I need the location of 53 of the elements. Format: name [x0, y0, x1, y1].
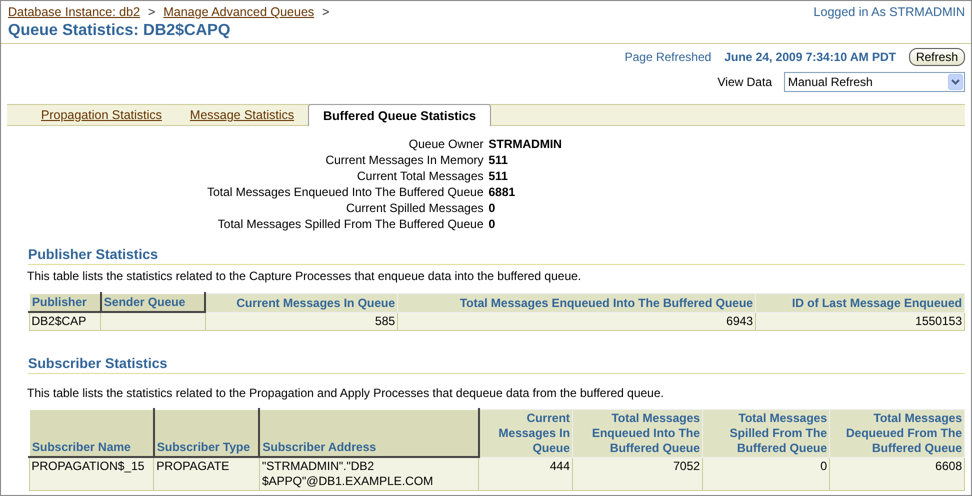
section-heading: Publisher Statistics	[28, 246, 965, 265]
info-value: 511	[488, 168, 509, 184]
column-header[interactable]: Subscriber Address	[259, 409, 479, 457]
page-title: Queue Statistics: DB2$CAPQ	[1, 22, 971, 44]
table-cell: 0	[702, 457, 830, 490]
breadcrumb-link[interactable]: Manage Advanced Queues	[163, 5, 314, 19]
column-header: Total Messages Dequeued From The Buffered Queue	[830, 409, 964, 457]
info-value: 0	[488, 200, 496, 216]
table-cell: 6943	[398, 312, 756, 330]
refresh-button[interactable]: Refresh	[908, 48, 965, 66]
info-label: Total Messages Spilled From The Buffered Queue	[216, 216, 484, 232]
info-label: Current Messages In Memory	[324, 152, 484, 168]
breadcrumb-separator: >	[148, 5, 156, 19]
tab[interactable]: Buffered Queue Statistics	[308, 104, 491, 126]
column-header[interactable]: Subscriber Type	[154, 409, 260, 457]
table-cell: 7052	[572, 457, 702, 490]
table-cell: 444	[478, 457, 572, 490]
table-cell: 6608	[830, 457, 964, 490]
column-header: ID of Last Message Enqueued	[755, 293, 964, 312]
refresh-time: June 24, 2009 7:34:10 AM PDT	[724, 50, 896, 64]
table-cell: "STRMADMIN"."DB2 $APPQ"@DB1.EXAMPLE.COM	[259, 457, 479, 490]
column-header: Total Messages Enqueued Into The Buffered Queue	[572, 409, 702, 457]
info-label: Current Spilled Messages	[345, 200, 484, 216]
section-description: This table lists the statistics related to the Propagation and Apply Processes that dequeue data from the buffered queue.	[27, 386, 665, 400]
column-header[interactable]: Sender Queue	[100, 293, 206, 312]
column-header[interactable]: Publisher	[29, 293, 101, 312]
breadcrumb-separator: >	[322, 5, 330, 19]
section-heading: Subscriber Statistics	[28, 355, 965, 374]
login-status: Logged in As STRMADMIN	[814, 5, 965, 19]
column-header: Current Messages In Queue	[478, 409, 572, 457]
column-header: Total Messages Spilled From The Buffered Queue	[702, 409, 830, 457]
info-label: Queue Owner	[408, 136, 484, 152]
info-label: Total Messages Enqueued Into The Buffered Queue	[206, 184, 484, 200]
breadcrumb-link[interactable]: Database Instance: db2	[8, 5, 140, 19]
column-header: Current Messages In Queue	[205, 293, 398, 312]
view-data-dropdown[interactable]: Manual Refresh	[784, 72, 965, 92]
info-label: Current Total Messages	[356, 168, 484, 184]
column-header[interactable]: Subscriber Name	[29, 409, 154, 457]
info-value: 511	[488, 152, 509, 168]
section-description: This table lists the statistics related to the Capture Processes that enqueue data into the buffered queue.	[27, 269, 582, 283]
column-header: Total Messages Enqueued Into The Buffered Queue	[398, 293, 756, 312]
table-cell: PROPAGATE	[154, 457, 260, 490]
view-data-label: View Data	[718, 75, 772, 89]
tab[interactable]: Propagation Statistics	[27, 105, 176, 125]
table-cell: 585	[205, 312, 398, 330]
table-cell: 1550153	[755, 312, 964, 330]
tab[interactable]: Message Statistics	[176, 105, 308, 125]
info-value: STRMADMIN	[488, 136, 563, 152]
refresh-label: Page Refreshed	[624, 50, 712, 64]
table-cell: PROPAGATION$_15	[29, 457, 154, 490]
info-value: 0	[488, 216, 496, 232]
info-value: 6881	[488, 184, 516, 200]
table-cell: DB2$CAP	[29, 312, 101, 330]
